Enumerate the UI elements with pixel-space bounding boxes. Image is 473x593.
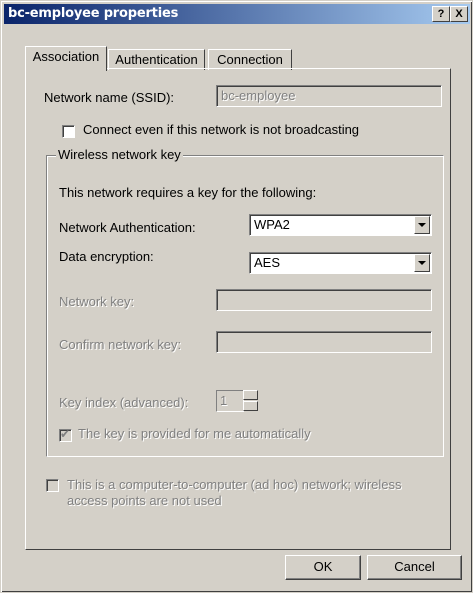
adhoc-checkbox[interactable] xyxy=(46,479,59,492)
tab-connection[interactable]: Connection xyxy=(208,49,292,70)
checkmark-icon: ✔ xyxy=(60,427,71,441)
encryption-label: Data encryption: xyxy=(59,249,154,264)
help-button[interactable]: ? xyxy=(432,6,450,22)
connect-broadcast-checkbox[interactable] xyxy=(62,125,75,138)
spin-up-icon[interactable] xyxy=(243,390,258,400)
encryption-dropdown-arrow-icon[interactable] xyxy=(414,254,430,272)
adhoc-label-line1: This is a computer-to-computer (ad hoc) … xyxy=(67,477,402,492)
key-index-value: 1 xyxy=(220,393,228,408)
requires-key-text: This network requires a key for the foll… xyxy=(59,185,317,200)
properties-dialog: bc-employee properties ? X Association A… xyxy=(0,0,473,593)
encryption-value: AES xyxy=(254,255,281,270)
auth-select[interactable]: WPA2 xyxy=(249,214,432,236)
ok-button[interactable]: OK xyxy=(285,555,361,580)
spin-down-icon[interactable] xyxy=(243,401,258,411)
key-provided-checkbox[interactable]: ✔ xyxy=(59,427,72,442)
adhoc-label-line2: access points are not used xyxy=(67,493,222,508)
close-button[interactable]: X xyxy=(450,6,468,22)
auth-dropdown-arrow-icon[interactable] xyxy=(414,216,430,234)
ssid-field[interactable]: bc-employee xyxy=(216,85,442,107)
network-key-field[interactable] xyxy=(216,289,432,311)
key-index-label: Key index (advanced): xyxy=(59,395,189,410)
encryption-select[interactable]: AES xyxy=(249,252,432,274)
ssid-value: bc-employee xyxy=(221,88,296,103)
key-provided-label: The key is provided for me automatically xyxy=(78,426,311,441)
connect-broadcast-label[interactable]: Connect even if this network is not broa… xyxy=(83,122,359,137)
wireless-key-group-title: Wireless network key xyxy=(56,147,183,162)
tab-association[interactable]: Association xyxy=(25,46,107,71)
ssid-label: Network name (SSID): xyxy=(44,90,175,105)
dialog-title: bc-employee properties xyxy=(8,6,179,21)
auth-value: WPA2 xyxy=(254,217,290,232)
tab-authentication[interactable]: Authentication xyxy=(108,49,205,70)
network-key-label: Network key: xyxy=(59,294,135,309)
cancel-button[interactable]: Cancel xyxy=(367,555,462,580)
key-index-spinner[interactable]: 1 xyxy=(216,390,260,412)
title-bar[interactable]: bc-employee properties ? X xyxy=(4,4,470,24)
confirm-key-field[interactable] xyxy=(216,331,432,353)
auth-label: Network Authentication: xyxy=(59,220,196,235)
confirm-key-label: Confirm network key: xyxy=(59,337,182,352)
